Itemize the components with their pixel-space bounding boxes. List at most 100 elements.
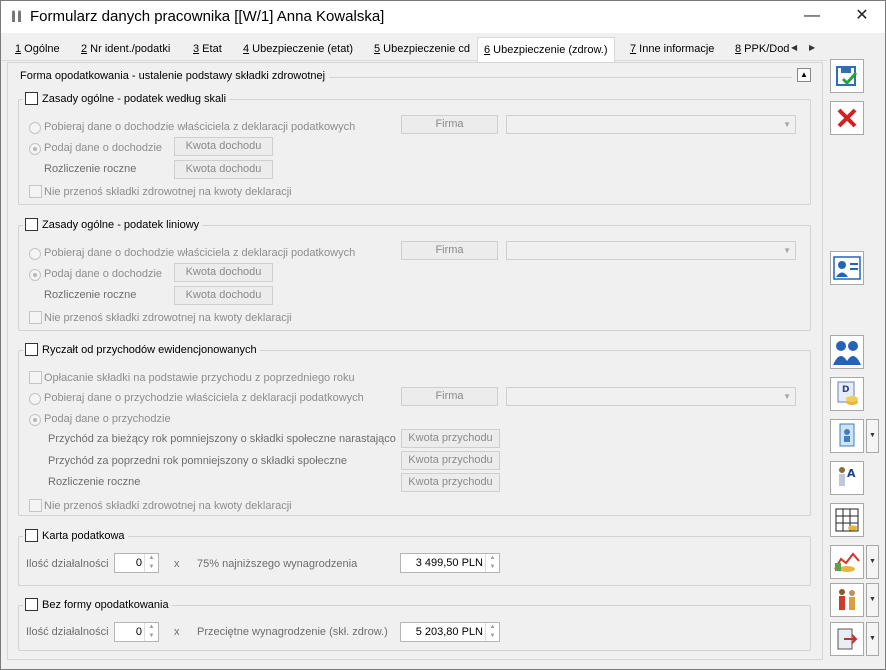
- liniowy-radio-podaj-label: Podaj dane o dochodzie: [44, 268, 163, 280]
- group-skala-title[interactable]: Zasady ogólne - podatek według skali: [23, 92, 230, 105]
- tab-ubezpieczenie-etat[interactable]: 4 Ubezpieczenie (etat): [237, 39, 359, 61]
- tab-ppk[interactable]: 8 PPK/Dod: [729, 39, 795, 61]
- ryczalt-row2-button[interactable]: Kwota przychodu: [401, 451, 500, 470]
- chart-coins-icon: [834, 552, 860, 572]
- tab-ubezpieczenie-cd[interactable]: 5 Ubezpieczenie cd: [368, 39, 476, 61]
- declarations-button[interactable]: D: [830, 377, 864, 411]
- group-ryczalt: Ryczałt od przychodów ewidencjonowanych …: [18, 343, 811, 516]
- ryczalt-radio-pobieraj[interactable]: [29, 393, 41, 405]
- spinner-arrows-icon[interactable]: ▲ ▼: [144, 554, 158, 572]
- cancel-button[interactable]: [830, 101, 864, 135]
- liniowy-nie-przenos-checkbox[interactable]: [29, 311, 42, 324]
- skala-firma-button[interactable]: Firma: [401, 115, 498, 134]
- bez-ilosc-spinner[interactable]: 0 ▲ ▼: [114, 622, 159, 642]
- svg-text:D: D: [842, 385, 849, 395]
- title-bar: Formularz danych pracownika [[W/1] Anna …: [1, 1, 885, 33]
- ryczalt-row1-button[interactable]: Kwota przychodu: [401, 429, 500, 448]
- group-liniowy: Zasady ogólne - podatek liniowy Pobieraj…: [18, 218, 811, 331]
- ryczalt-checkbox[interactable]: [25, 343, 38, 356]
- skala-nie-przenos-checkbox[interactable]: [29, 185, 42, 198]
- skala-kwota-dochodu-button[interactable]: Kwota dochodu: [174, 137, 273, 156]
- liniowy-firma-combo[interactable]: ▼: [506, 241, 796, 260]
- bez-amount-field[interactable]: 5 203,80 PLN ▲ ▼: [400, 622, 500, 642]
- family-button[interactable]: [830, 583, 864, 617]
- liniowy-checkbox[interactable]: [25, 218, 38, 231]
- ryczalt-nie-przenos-label: Nie przenoś składki zdrowotnej na kwoty …: [44, 500, 292, 512]
- ryczalt-row3-button[interactable]: Kwota przychodu: [401, 473, 500, 492]
- ryczalt-oplacanie-checkbox[interactable]: [29, 371, 42, 384]
- spinner-arrows-icon[interactable]: ▲ ▼: [485, 554, 499, 572]
- employee-form-window: Formularz danych pracownika [[W/1] Anna …: [0, 0, 886, 670]
- chevron-down-icon: ▼: [783, 392, 791, 401]
- document-dropdown[interactable]: ▼: [866, 419, 879, 453]
- close-button[interactable]: ✕: [839, 1, 885, 33]
- ryczalt-radio-podaj[interactable]: [29, 414, 41, 426]
- tab-nr-ident[interactable]: 2 Nr ident./podatki: [75, 39, 176, 61]
- exit-button[interactable]: [830, 622, 864, 656]
- karta-checkbox[interactable]: [25, 529, 38, 542]
- liniowy-nie-przenos-label: Nie przenoś składki zdrowotnej na kwoty …: [44, 312, 292, 324]
- karta-ilosc-spinner[interactable]: 0 ▲ ▼: [114, 553, 159, 573]
- skala-checkbox[interactable]: [25, 92, 38, 105]
- tab-etat[interactable]: 3 Etat: [187, 39, 228, 61]
- ryczalt-firma-button[interactable]: Firma: [401, 387, 498, 406]
- tab-inne-informacje[interactable]: 7 Inne informacje: [624, 39, 720, 61]
- table-grid-icon: [835, 508, 859, 532]
- karta-ilosc-value: 0: [135, 557, 142, 569]
- exit-dropdown[interactable]: ▼: [866, 622, 879, 656]
- tab-bar: 1 Ogólne 2 Nr ident./podatki 3 Etat 4 Ub…: [1, 37, 827, 62]
- liniowy-firma-button[interactable]: Firma: [401, 241, 498, 260]
- bez-amount-value: 5 203,80 PLN: [415, 626, 483, 638]
- employee-card-button[interactable]: [830, 251, 864, 285]
- app-icon: [12, 10, 21, 22]
- skala-radio-pobieraj[interactable]: [29, 122, 41, 134]
- tab-scroll-left-icon[interactable]: ◀: [791, 43, 797, 52]
- person-letter-icon: A: [839, 467, 856, 486]
- group-ryczalt-title[interactable]: Ryczałt od przychodów ewidencjonowanych: [23, 343, 260, 356]
- people-button[interactable]: [830, 335, 864, 369]
- door-exit-icon: [837, 628, 858, 650]
- family-dropdown[interactable]: ▼: [866, 583, 879, 617]
- ryczalt-row2-label: Przychód za poprzedni rok pomniejszony o…: [48, 455, 347, 467]
- liniowy-radio-podaj[interactable]: [29, 269, 41, 281]
- chevron-down-icon: ▼: [783, 120, 791, 129]
- liniowy-radio-pobieraj[interactable]: [29, 248, 41, 260]
- tab-ogolne[interactable]: 1 Ogólne: [9, 39, 66, 61]
- document-button[interactable]: [830, 419, 864, 453]
- table-button[interactable]: [830, 503, 864, 537]
- minimize-button[interactable]: —: [789, 1, 835, 33]
- skala-radio-podaj[interactable]: [29, 143, 41, 155]
- ryczalt-row1-label: Przychód za bieżący rok pomniejszony o s…: [48, 433, 396, 445]
- group-karta-title[interactable]: Karta podatkowa: [23, 529, 128, 542]
- skala-firma-combo[interactable]: ▼: [506, 115, 796, 134]
- ryczalt-oplacanie-label: Opłacanie składki na podstawie przychodu…: [44, 372, 355, 384]
- skala-rozliczenie-button[interactable]: Kwota dochodu: [174, 160, 273, 179]
- liniowy-kwota-dochodu-button[interactable]: Kwota dochodu: [174, 263, 273, 282]
- spinner-arrows-icon[interactable]: ▲ ▼: [144, 623, 158, 641]
- ryczalt-title-label: Ryczałt od przychodów ewidencjonowanych: [42, 343, 257, 356]
- group-bez-title[interactable]: Bez formy opodatkowania: [23, 598, 172, 611]
- tab-ubezpieczenie-zdrow[interactable]: 6 Ubezpieczenie (zdrow.): [477, 37, 615, 62]
- group-liniowy-title[interactable]: Zasady ogólne - podatek liniowy: [23, 218, 203, 231]
- bez-title-label: Bez formy opodatkowania: [42, 598, 169, 611]
- collapse-button[interactable]: ▲: [797, 68, 811, 82]
- person-a-button[interactable]: A: [830, 461, 864, 495]
- liniowy-rozliczenie-label: Rozliczenie roczne: [44, 289, 137, 301]
- karta-amount-value: 3 499,50 PLN: [415, 557, 483, 569]
- ryczalt-nie-przenos-checkbox[interactable]: [29, 499, 42, 512]
- tab-content: Forma opodatkowania - ustalenie podstawy…: [7, 62, 823, 660]
- karta-amount-field[interactable]: 3 499,50 PLN ▲ ▼: [400, 553, 500, 573]
- svg-text:A: A: [847, 467, 856, 480]
- right-toolbar: D ▼ A ▼ ▼ ▼: [827, 59, 886, 659]
- bez-ilosc-value: 0: [135, 626, 142, 638]
- liniowy-title-label: Zasady ogólne - podatek liniowy: [42, 218, 200, 231]
- save-button[interactable]: [830, 59, 864, 93]
- tab-scroll-right-icon[interactable]: ▶: [809, 43, 815, 52]
- ryczalt-firma-combo[interactable]: ▼: [506, 387, 796, 406]
- chart-button[interactable]: [830, 545, 864, 579]
- spinner-arrows-icon[interactable]: ▲ ▼: [485, 623, 499, 641]
- declaration-coins-icon: D: [837, 381, 858, 405]
- liniowy-rozliczenie-button[interactable]: Kwota dochodu: [174, 286, 273, 305]
- chart-dropdown[interactable]: ▼: [866, 545, 879, 579]
- bez-checkbox[interactable]: [25, 598, 38, 611]
